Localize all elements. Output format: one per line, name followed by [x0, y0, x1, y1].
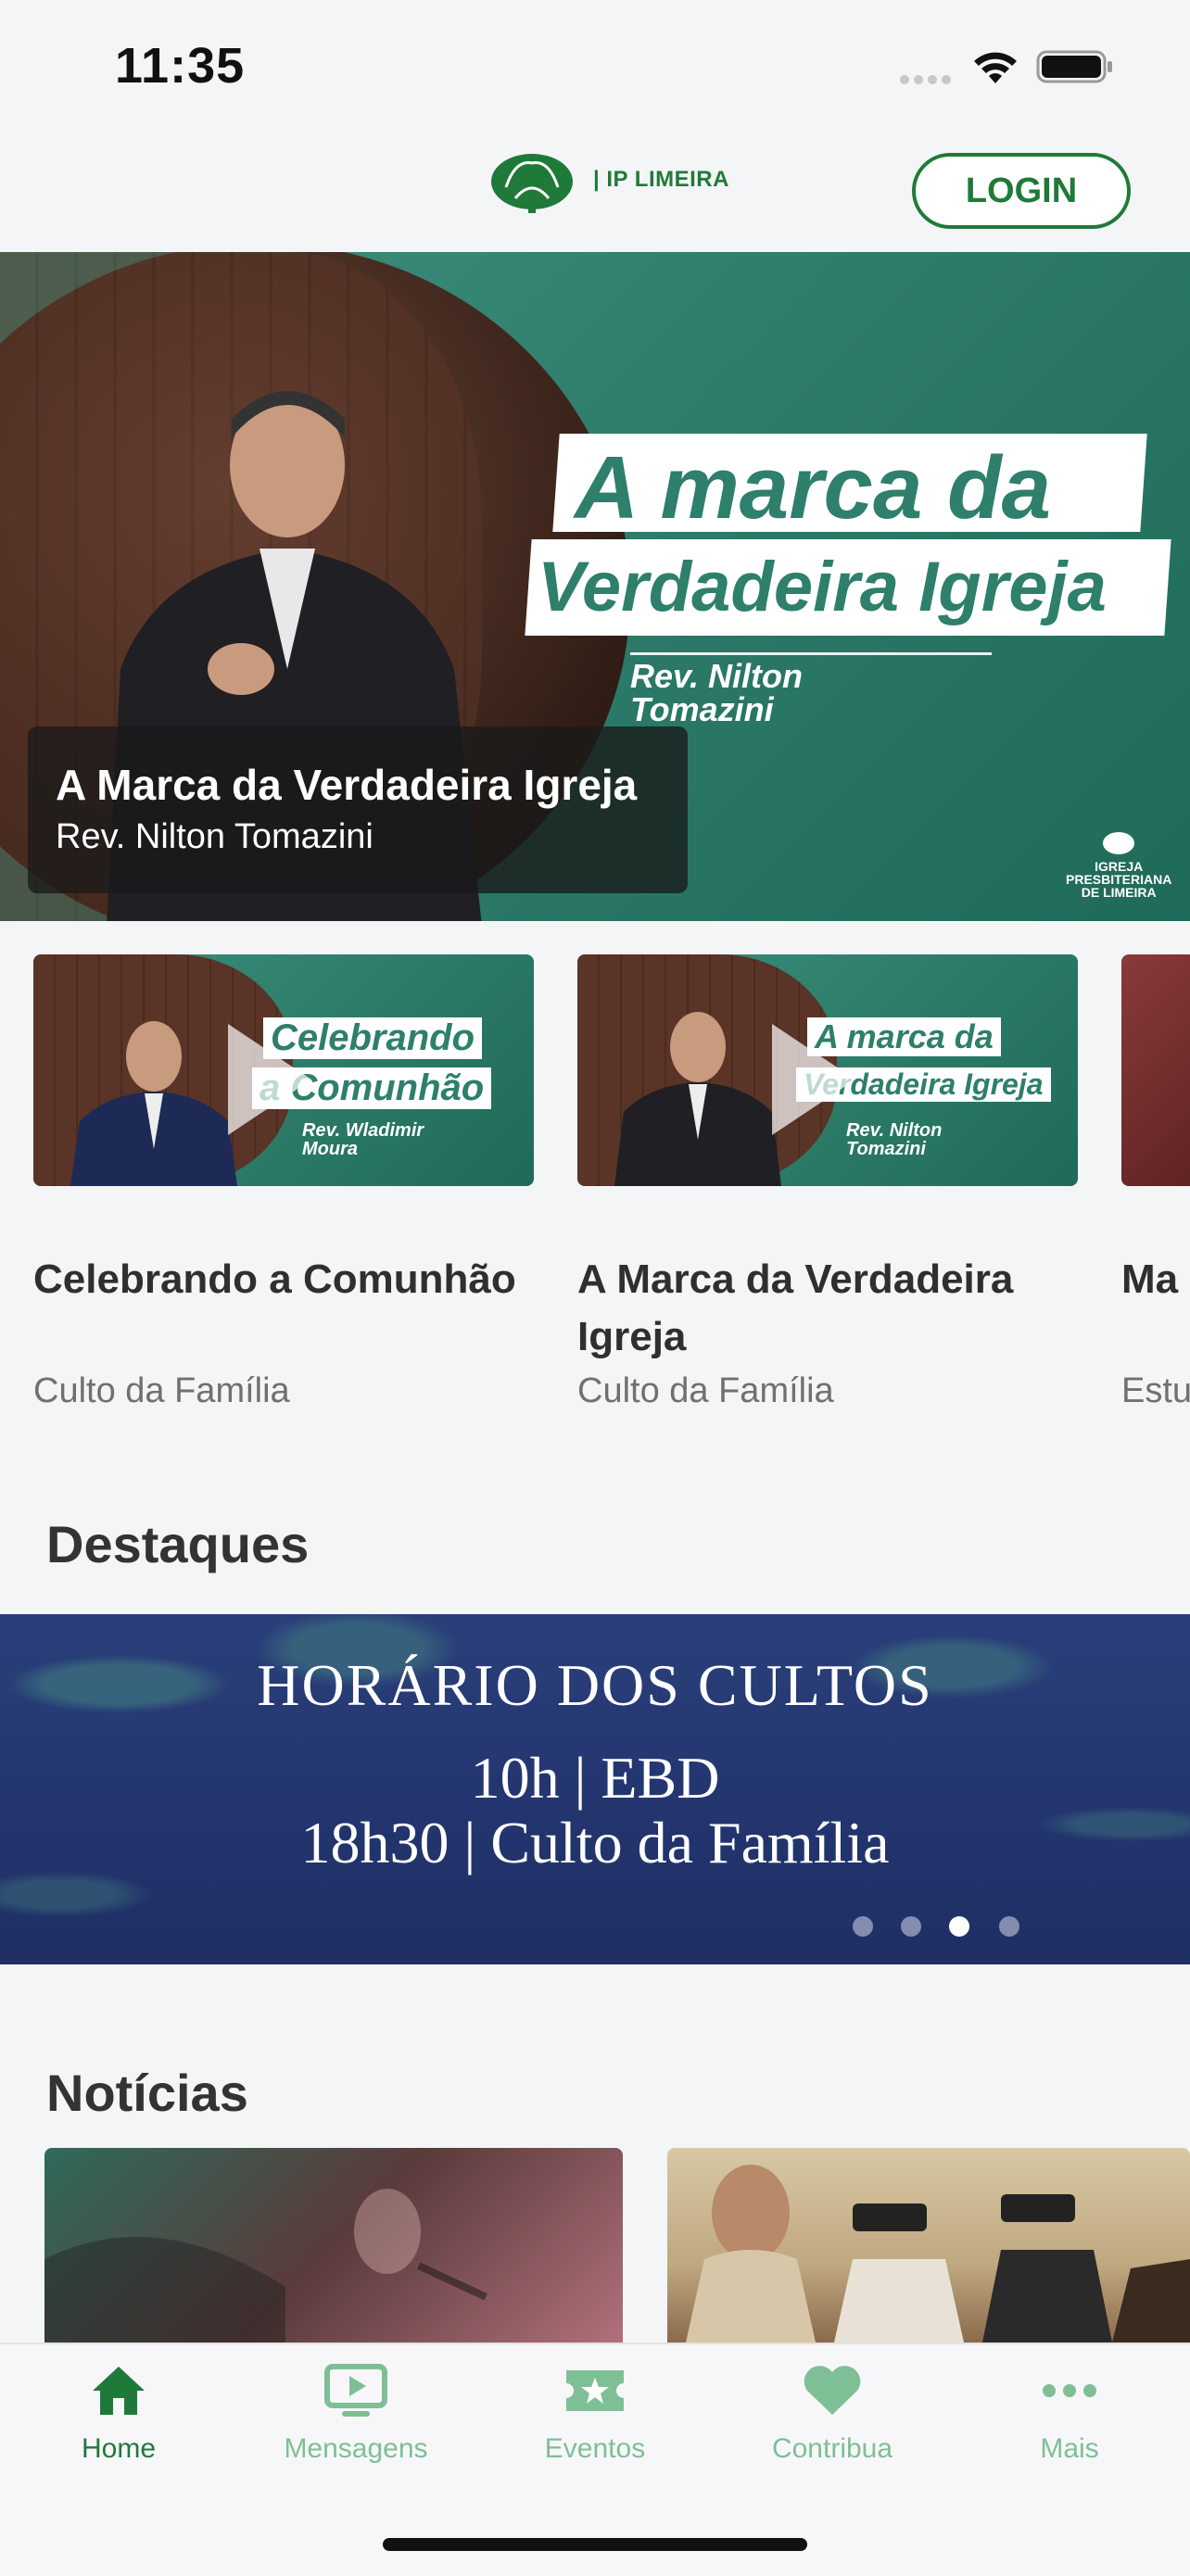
hero-graphic-title-2: Verdadeira Igreja: [538, 548, 1107, 626]
tab-mais[interactable]: Mais: [951, 2363, 1188, 2465]
news-card-image[interactable]: [44, 2148, 623, 2342]
video-title[interactable]: A Marca da Verdadeira Igreja: [577, 1251, 1078, 1366]
carousel-dot[interactable]: [999, 1916, 1019, 1937]
tab-label: Contribua: [771, 2433, 893, 2464]
play-icon[interactable]: [228, 1024, 311, 1135]
video-title[interactable]: Ma: [1121, 1251, 1190, 1308]
video-carousel[interactable]: Celebrando a Comunhão Rev. Wladimir Mour…: [0, 921, 1190, 1449]
tab-eventos[interactable]: Eventos: [476, 2363, 714, 2465]
video-thumbnail[interactable]: [1121, 954, 1190, 1186]
thumb-speaker: Rev. Wladimir Moura: [302, 1120, 424, 1159]
home-indicator[interactable]: [383, 2538, 807, 2551]
carousel-dot[interactable]: [901, 1916, 921, 1937]
tab-home[interactable]: Home: [0, 2363, 237, 2465]
news-photo-concert: [44, 2189, 487, 2342]
banner-title: HORÁRIO DOS CULTOS: [257, 1652, 933, 1718]
tab-mensagens[interactable]: Mensagens: [237, 2363, 475, 2465]
carousel-dot[interactable]: [853, 1916, 873, 1937]
status-time: 11:35: [115, 38, 246, 94]
tab-contribua[interactable]: Contribua: [714, 2363, 951, 2465]
video-thumbnail[interactable]: Celebrando a Comunhão Rev. Wladimir Mour…: [33, 954, 534, 1186]
login-button[interactable]: LOGIN: [912, 153, 1131, 229]
news-card-image[interactable]: [667, 2148, 1190, 2342]
carousel-dot-active[interactable]: [949, 1916, 969, 1937]
destaques-banner[interactable]: HORÁRIO DOS CULTOS 10h | EBD 18h30 | Cul…: [0, 1614, 1190, 1964]
tab-label: Mensagens: [284, 2433, 428, 2464]
church-logo-icon: [487, 150, 576, 220]
banner-line-1: 10h | EBD: [470, 1745, 720, 1811]
section-title-noticias: Notícias: [46, 2064, 248, 2122]
tv-play-icon: [324, 2364, 387, 2417]
church-logo-text: | IP LIMEIRA: [593, 167, 729, 192]
hero-caption-subtitle: Rev. Nilton Tomazini: [56, 817, 373, 856]
news-photo-biblical: [686, 2165, 1190, 2342]
speaker-photo: [614, 1012, 781, 1186]
video-title[interactable]: Celebrando a Comunhão: [33, 1251, 534, 1308]
video-subtitle: Culto da Família: [577, 1371, 834, 1410]
heart-icon: [804, 2366, 861, 2415]
cellular-signal-icon: [899, 72, 955, 92]
video-subtitle: Culto da Família: [33, 1371, 290, 1410]
speaker-photo: [70, 1021, 237, 1186]
thumb-speaker: Rev. Nilton Tomazini: [846, 1120, 943, 1159]
video-subtitle: Estu: [1121, 1371, 1190, 1410]
featured-video-hero[interactable]: A marca da Verdadeira Igreja Rev. Nilton…: [0, 252, 1190, 921]
tab-label: Mais: [1040, 2433, 1099, 2464]
section-title-destaques: Destaques: [46, 1515, 310, 1573]
more-dots-icon: [1043, 2384, 1096, 2397]
tab-label: Eventos: [544, 2433, 646, 2464]
hero-graphic-title-1: A marca da: [575, 438, 1052, 537]
banner-line-2: 18h30 | Culto da Família: [300, 1810, 890, 1875]
hero-graphic-speaker: Rev. Nilton Tomazini: [630, 657, 804, 728]
video-thumbnail[interactable]: A marca da Verdadeira Igreja Rev. Nilton…: [577, 954, 1078, 1186]
ticket-star-icon: [566, 2370, 624, 2411]
battery-icon: [1036, 50, 1114, 88]
hero-church-logo: IGREJA PRESBITERIANA DE LIMEIRA: [1066, 830, 1171, 899]
hero-caption-box: [28, 726, 688, 893]
wifi-icon: [971, 48, 1019, 90]
play-icon[interactable]: [772, 1024, 855, 1135]
church-logo-icon: [1103, 832, 1135, 854]
tab-label: Home: [81, 2433, 157, 2464]
home-icon: [93, 2367, 145, 2415]
hero-caption-title: A Marca da Verdadeira Igreja: [56, 761, 638, 809]
